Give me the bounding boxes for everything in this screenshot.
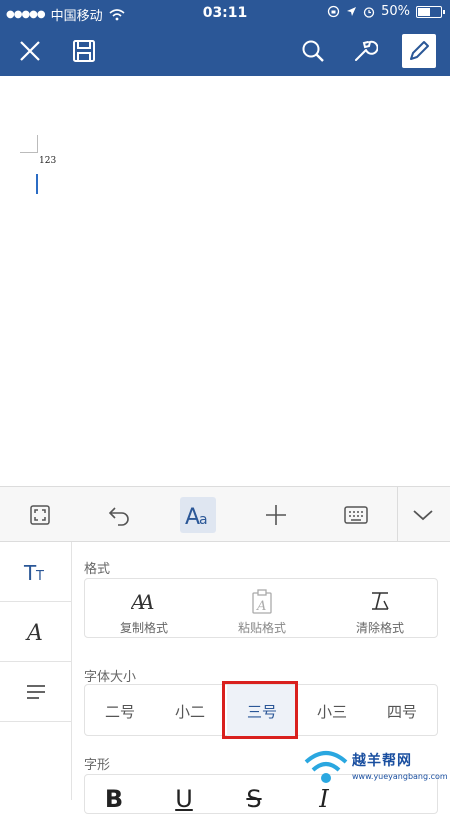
font-size-tab-icon: TT: [23, 561, 44, 584]
clear-format-label: 清除格式: [355, 621, 404, 635]
alarm-icon: [363, 6, 375, 18]
font-size-section-label: 字体大小: [84, 670, 137, 685]
text-format-icon: Aa: [185, 505, 208, 527]
rotation-lock-icon: [327, 5, 340, 18]
close-button[interactable]: [10, 26, 50, 76]
watermark-text: 越羊帮网: [352, 753, 412, 769]
paragraph-tab-icon: [26, 684, 45, 699]
ribbon-divider: [397, 487, 398, 543]
font-size-option[interactable]: 二号: [85, 685, 155, 737]
copy-format-icon: AA: [131, 590, 154, 613]
keyboard-button[interactable]: [338, 497, 374, 533]
text-cursor: [36, 174, 38, 194]
format-section-label: 格式: [84, 562, 111, 577]
paste-format-icon: A: [252, 589, 272, 614]
document-text[interactable]: 123: [39, 156, 56, 166]
tab-paragraph[interactable]: [0, 662, 71, 722]
collapse-ribbon-button[interactable]: [405, 497, 441, 533]
insert-button[interactable]: [258, 497, 294, 533]
svg-text:T: T: [23, 561, 37, 584]
font-style-section-label: 字形: [84, 758, 111, 773]
site-watermark: 越羊帮网 www.yueyangbang.com: [300, 732, 450, 800]
svg-text:A: A: [185, 505, 200, 527]
tab-font[interactable]: A: [0, 602, 71, 662]
collapse-chevron-icon: [413, 510, 433, 521]
undo-button[interactable]: [101, 497, 137, 533]
paste-format-label: 粘贴格式: [237, 621, 286, 635]
tools-button[interactable]: [345, 26, 385, 76]
fullscreen-button[interactable]: [22, 497, 58, 533]
font-tab-icon: A: [25, 621, 43, 644]
undo-icon: [108, 507, 129, 526]
copy-format-label: 复制格式: [119, 621, 168, 635]
wifi-logo-icon: [304, 751, 348, 783]
text-format-button[interactable]: Aa: [180, 497, 216, 533]
svg-text:A: A: [256, 599, 266, 614]
bold-button[interactable]: B: [99, 785, 129, 813]
edit-pencil-icon: [410, 41, 429, 60]
clear-format-icon: [372, 592, 389, 610]
svg-text:A: A: [138, 590, 154, 613]
close-icon: [20, 41, 40, 61]
battery-percent: 50%: [381, 4, 410, 19]
document-canvas[interactable]: 123: [0, 76, 450, 486]
insert-plus-icon: [266, 505, 286, 525]
page-corner-mark: [20, 135, 38, 153]
format-side-tabs: TT A: [0, 542, 72, 800]
font-size-option[interactable]: 小二: [155, 685, 225, 737]
copy-format-button[interactable]: AA 复制格式: [85, 579, 203, 637]
status-bar: ●●●●● 中国移动 03:11 50%: [0, 0, 450, 26]
save-button[interactable]: [64, 26, 104, 76]
search-icon: [302, 40, 324, 62]
svg-text:A: A: [25, 621, 43, 644]
fullscreen-icon: [30, 505, 50, 525]
watermark-url: www.yueyangbang.com: [352, 772, 448, 781]
edit-ribbon: Aa: [0, 486, 450, 543]
format-card: AA 复制格式 A 粘贴格式 清除格式: [84, 578, 438, 638]
highlight-annotation: [222, 681, 298, 739]
save-icon: [73, 40, 95, 62]
search-button[interactable]: [293, 26, 333, 76]
font-size-option[interactable]: 四号: [367, 685, 437, 737]
app-toolbar: [0, 26, 450, 76]
edit-mode-button[interactable]: [402, 34, 436, 68]
strikethrough-button[interactable]: S: [239, 785, 269, 813]
paste-format-button[interactable]: A 粘贴格式: [203, 579, 321, 637]
wrench-icon: [355, 40, 378, 61]
font-size-option[interactable]: 小三: [297, 685, 367, 737]
keyboard-icon: [344, 506, 368, 524]
underline-button[interactable]: U: [169, 785, 199, 813]
tab-font-size[interactable]: TT: [0, 542, 71, 602]
clear-format-button[interactable]: 清除格式: [321, 579, 439, 637]
svg-text:a: a: [199, 512, 208, 527]
location-icon: [347, 7, 357, 16]
battery-icon: [416, 5, 445, 18]
svg-text:T: T: [35, 569, 44, 584]
